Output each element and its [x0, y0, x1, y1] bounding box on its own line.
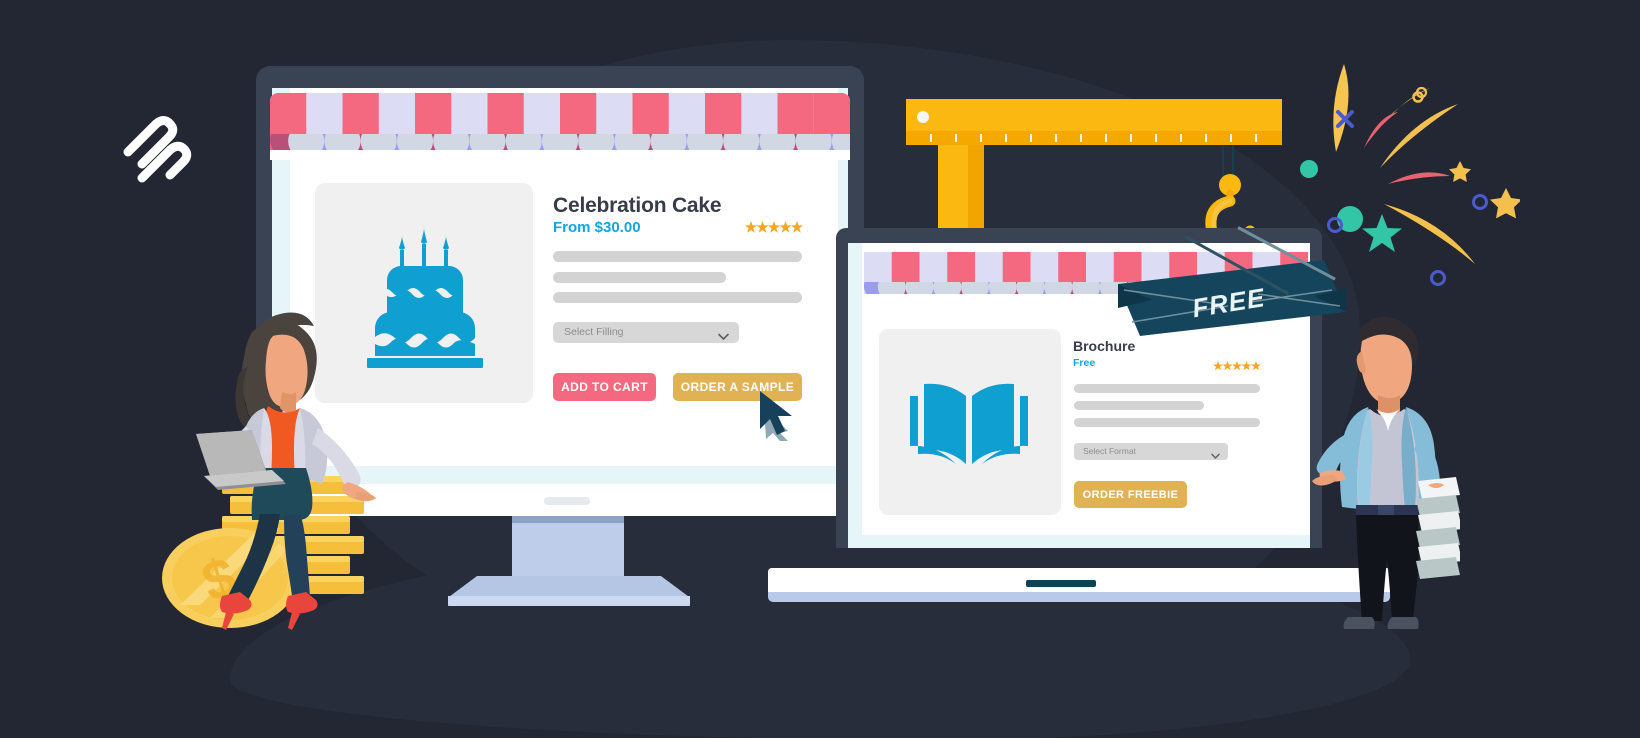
crane-ruler-ticks [906, 131, 1282, 145]
confetti-ray-long [1330, 96, 1460, 231]
monitor-stand-base-lip [448, 596, 690, 606]
laptop-trackpad-bar [1026, 580, 1096, 587]
select-filling-dropdown[interactable]: Select Filling [553, 322, 739, 343]
select-format-placeholder: Select Format [1083, 446, 1136, 456]
man-presenting-character [1310, 305, 1462, 635]
mouse-pointer-cursor [758, 389, 804, 441]
confetti-ring-blue [1326, 216, 1344, 239]
order-freebie-button[interactable]: ORDER FREEBIE [1074, 481, 1187, 508]
product-price: Free [1073, 357, 1096, 369]
description-placeholder-line [1074, 384, 1260, 393]
description-placeholder-line [553, 272, 726, 283]
description-placeholder-line [553, 292, 802, 303]
crane-post-shadow [968, 145, 984, 240]
open-book-icon [910, 380, 1028, 470]
order-freebie-label: ORDER FREEBIE [1082, 488, 1179, 501]
brand-logo-icon [112, 108, 198, 194]
select-format-dropdown[interactable]: Select Format [1074, 443, 1228, 460]
crane-pivot-dot [917, 111, 929, 123]
product-price: From $30.00 [553, 219, 641, 236]
description-placeholder-line [553, 251, 802, 262]
woman-with-laptop-character [160, 300, 380, 630]
confetti-star-teal [1360, 212, 1404, 261]
select-filling-placeholder: Select Filling [564, 326, 624, 338]
description-placeholder-line [1074, 418, 1260, 427]
illustration-canvas: Celebration Cake From $30.00 Select Fill… [0, 0, 1640, 738]
product-title: Celebration Cake [553, 194, 722, 217]
confetti-dot-teal [1300, 160, 1318, 183]
monitor-stand-neck-top [512, 516, 624, 523]
add-to-cart-button[interactable]: ADD TO CART [553, 373, 656, 401]
monitor-indicator-notch [544, 497, 590, 505]
chevron-down-icon [1211, 447, 1220, 465]
chevron-down-icon [718, 328, 729, 346]
add-to-cart-label: ADD TO CART [561, 380, 648, 394]
rating-stars [1213, 359, 1261, 371]
monitor-stand-neck [512, 516, 624, 576]
rating-stars [745, 221, 803, 235]
monitor-awning-scallops [270, 121, 869, 160]
product-title: Brochure [1073, 338, 1136, 354]
confetti-ring-yellow [1415, 86, 1428, 104]
description-placeholder-line [1074, 401, 1204, 410]
laptop-base-bottom-edge [768, 592, 1390, 602]
